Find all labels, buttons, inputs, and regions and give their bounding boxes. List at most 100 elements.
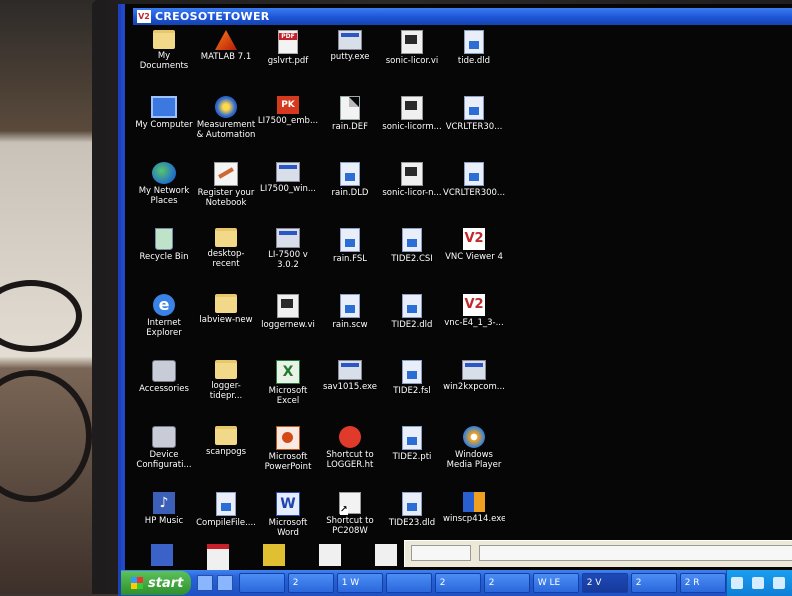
putty-icon	[338, 30, 362, 50]
desktop-icon[interactable]: rain.FSL	[319, 226, 381, 292]
desktop-icon-label: Shortcut to PC208W	[326, 516, 374, 536]
desktop-icon-label: My Documents	[139, 51, 189, 71]
taskbar-button[interactable]: 2	[630, 573, 677, 593]
desktop-icon[interactable]: rain.DLD	[319, 160, 381, 226]
taskbar-button[interactable]: 2	[483, 573, 530, 593]
background-window[interactable]	[404, 540, 792, 567]
desktop-icon-label: tide.dld	[457, 56, 491, 66]
desktop-icon[interactable]: win2kxpcom...	[443, 358, 505, 424]
desktop-icon[interactable]: labview-new	[195, 292, 257, 358]
powerpoint-icon	[276, 426, 300, 450]
desktop-icon[interactable]: V2 vnc-E4_1_3-...	[443, 292, 505, 358]
media-player-icon	[463, 426, 485, 448]
partial-vi-icon[interactable]	[319, 544, 341, 566]
desktop-icon-label: Accessories	[139, 384, 189, 394]
desktop-icon-label: winscp414.exe	[443, 514, 505, 524]
desktop-icon[interactable]: sav1015.exe	[319, 358, 381, 424]
desktop-icon[interactable]: My Network Places	[133, 160, 195, 226]
desktop-icon[interactable]: rain.scw	[319, 292, 381, 358]
taskbar-button[interactable]: W LE	[532, 573, 579, 593]
desktop-icon[interactable]: sonic-licorm...	[381, 94, 443, 160]
taskbar-button[interactable]	[238, 573, 285, 593]
my-computer-icon	[151, 96, 177, 118]
labview-vi-icon	[401, 30, 423, 54]
desktop-icon[interactable]: PK LI7500_emb...	[257, 94, 319, 160]
taskbar-button[interactable]: 1 W	[336, 573, 383, 593]
desktop-icon-label: win2kxpcom...	[443, 382, 505, 392]
partial-file-icon[interactable]	[375, 544, 397, 566]
internet-explorer-icon: e	[153, 294, 175, 316]
taskbar-button[interactable]	[385, 573, 432, 593]
quick-launch-icon[interactable]	[216, 575, 233, 591]
desktop-icon[interactable]: Measurement & Automation	[195, 94, 257, 160]
desktop-icon[interactable]: Accessories	[133, 358, 195, 424]
desktop-icon[interactable]: tide.dld	[443, 28, 505, 94]
desktop-icon[interactable]: LI7500_win...	[257, 160, 319, 226]
desktop-icon[interactable]: e Internet Explorer	[133, 292, 195, 358]
file-icon	[216, 492, 236, 516]
desktop-icon[interactable]: MATLAB 7.1	[195, 28, 257, 94]
desktop-icon[interactable]: Recycle Bin	[133, 226, 195, 292]
desktop-icon[interactable]: LI-7500 v 3.0.2	[257, 226, 319, 292]
partial-app-icon[interactable]	[263, 544, 285, 566]
winscp-icon	[463, 492, 485, 512]
desktop-icon[interactable]: VCRLTER30...	[443, 94, 505, 160]
licor-app-icon	[276, 228, 300, 248]
tray-icon[interactable]	[731, 577, 744, 589]
desktop-icon[interactable]: scanpogs	[195, 424, 257, 490]
desktop-icon[interactable]: TIDE2.pti	[381, 424, 443, 490]
desktop-icon[interactable]: X Microsoft Excel	[257, 358, 319, 424]
installer-icon	[462, 360, 486, 380]
desktop-icon[interactable]: gslvrt.pdf	[257, 28, 319, 94]
partial-pdf-icon[interactable]	[207, 544, 229, 571]
desktop-icon[interactable]: Register your Notebook	[195, 160, 257, 226]
tray-icon[interactable]	[752, 577, 765, 589]
desktop-icon-label: TIDE2.CSI	[391, 254, 433, 264]
desktop-icon[interactable]: TIDE2.dld	[381, 292, 443, 358]
desktop-icon[interactable]: rain.DEF	[319, 94, 381, 160]
desktop-icon[interactable]: TIDE2.fsl	[381, 358, 443, 424]
desktop-icon-label: My Computer	[135, 120, 193, 130]
file-icon	[402, 294, 422, 318]
desktop-icon-label: LI7500_win...	[260, 184, 316, 194]
desktop-icon[interactable]: logger-tidepr...	[195, 358, 257, 424]
vnc-title-bar[interactable]: V2 CREOSOTETOWER	[133, 8, 792, 25]
desktop-icon[interactable]: TIDE2.CSI	[381, 226, 443, 292]
desktop-icon[interactable]: Microsoft PowerPoint	[257, 424, 319, 490]
labview-vi-icon	[401, 162, 423, 186]
desktop-icon[interactable]: My Documents	[133, 28, 195, 94]
desktop-icon-label: LI7500_emb...	[257, 116, 319, 126]
partial-app-icon[interactable]	[151, 544, 173, 566]
desktop-icon-label: VCRLTER300...	[443, 188, 505, 198]
quick-launch-icon[interactable]	[196, 575, 213, 591]
desktop-icon-label: rain.FSL	[332, 254, 368, 264]
taskbar-button[interactable]: 2	[287, 573, 334, 593]
desktop-icon[interactable]: sonic-licor.vi	[381, 28, 443, 94]
taskbar-button[interactable]: 2 V	[581, 573, 628, 593]
desktop-icon[interactable]: loggernew.vi	[257, 292, 319, 358]
desktop-icon[interactable]: sonic-licor-n...	[381, 160, 443, 226]
desktop-icon-label: TIDE2.dld	[391, 320, 433, 330]
start-button[interactable]: start	[121, 571, 191, 595]
desktop-icon[interactable]: V2 VNC Viewer 4	[443, 226, 505, 292]
window-field[interactable]	[411, 545, 471, 561]
desktop-icon[interactable]: desktop-recent	[195, 226, 257, 292]
desktop-icon[interactable]: Device Configurati...	[133, 424, 195, 490]
tray-icon[interactable]	[773, 577, 786, 589]
installer-icon	[276, 162, 300, 182]
desktop-icon[interactable]: Windows Media Player	[443, 424, 505, 490]
desktop-icon[interactable]: Shortcut to LOGGER.ht	[319, 424, 381, 490]
taskbar-button[interactable]: 2 R	[679, 573, 726, 593]
system-tray	[725, 570, 792, 596]
desktop-icon-label: Microsoft Excel	[268, 386, 308, 406]
desktop-icon[interactable]: VCRLTER300...	[443, 160, 505, 226]
start-label: start	[148, 575, 184, 591]
file-icon	[340, 162, 360, 186]
desktop-icon[interactable]: putty.exe	[319, 28, 381, 94]
desktop-icon[interactable]: My Computer	[133, 94, 195, 160]
folder-icon	[215, 426, 237, 445]
desktop-icon-label: scanpogs	[205, 447, 247, 457]
taskbar-button[interactable]: 2	[434, 573, 481, 593]
window-field[interactable]	[479, 545, 792, 561]
taskbar: start 21 W22W LE 2 V22 R	[121, 570, 792, 596]
